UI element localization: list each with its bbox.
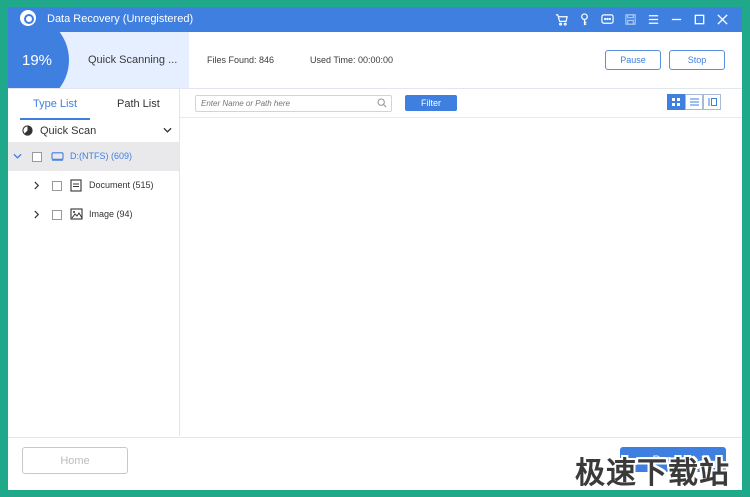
chevron-down-icon[interactable]: [13, 153, 22, 160]
chevron-down-icon: [163, 127, 172, 133]
checkbox[interactable]: [52, 210, 62, 220]
app-window: Data Recovery (Unregistered) 19% Quick S…: [8, 7, 742, 490]
detail-icon: [708, 98, 717, 106]
tree-item-drive[interactable]: D:(NTFS) (609): [8, 142, 179, 171]
maximize-icon[interactable]: [690, 11, 709, 28]
quick-scan-dropdown[interactable]: Quick Scan: [8, 121, 179, 142]
close-icon[interactable]: [713, 11, 732, 28]
tab-path-list[interactable]: Path List: [117, 98, 160, 110]
tree-item-label: D:(NTFS) (609): [70, 151, 133, 161]
chevron-right-icon[interactable]: [34, 210, 40, 219]
files-found: Files Found: 846: [207, 55, 275, 65]
pie-chart-icon: [22, 125, 33, 136]
list-icon: [689, 98, 699, 106]
checkbox[interactable]: [52, 181, 62, 191]
sidebar-tabs: Type List Path List: [8, 88, 179, 120]
cart-icon[interactable]: [552, 11, 571, 28]
chevron-right-icon[interactable]: [34, 181, 40, 190]
used-time: Used Time: 00:00:00: [310, 55, 394, 65]
scan-status-text: Quick Scanning ...: [88, 54, 178, 66]
search-box[interactable]: [195, 95, 392, 112]
tree-item-document[interactable]: Document (515): [8, 171, 179, 200]
scan-progress-panel: 19% Quick Scanning ...: [8, 32, 189, 88]
main-panel: Filter: [180, 88, 742, 436]
toolbar-divider: [180, 117, 742, 118]
tree-item-image[interactable]: Image (94): [8, 200, 179, 229]
window-title: Data Recovery (Unregistered): [47, 13, 194, 25]
stop-button[interactable]: Stop: [669, 50, 725, 70]
home-button[interactable]: Home: [22, 447, 128, 474]
app-logo-icon: [20, 10, 36, 26]
active-tab-indicator: [20, 118, 90, 120]
grid-icon: [672, 98, 680, 106]
image-icon: [70, 208, 83, 220]
tree-item-label: Image (94): [89, 209, 133, 219]
title-bar: Data Recovery (Unregistered): [8, 7, 742, 32]
drive-icon: [51, 152, 64, 161]
sidebar: Type List Path List Quick Scan D:(NTFS) …: [8, 88, 180, 436]
progress-percent: 19%: [22, 52, 53, 69]
pause-button[interactable]: Pause: [605, 50, 661, 70]
list-view-button[interactable]: [685, 94, 703, 110]
quick-scan-label: Quick Scan: [40, 125, 97, 137]
minimize-icon[interactable]: [667, 11, 686, 28]
menu-icon[interactable]: [644, 11, 663, 28]
tab-type-list[interactable]: Type List: [33, 98, 77, 110]
watermark: 极速下载站: [575, 456, 730, 491]
chat-icon[interactable]: [598, 11, 617, 28]
detail-view-button[interactable]: [703, 94, 721, 110]
save-icon[interactable]: [621, 11, 640, 28]
search-icon[interactable]: [377, 98, 387, 108]
checkbox[interactable]: [32, 152, 42, 162]
document-icon: [70, 179, 82, 192]
scan-status-bar: 19% Quick Scanning ... Files Found: 846 …: [8, 32, 742, 89]
search-input[interactable]: [201, 97, 371, 110]
grid-view-button[interactable]: [667, 94, 685, 110]
tree-item-label: Document (515): [89, 180, 154, 190]
key-icon[interactable]: [575, 11, 594, 28]
view-mode-toggle: [667, 94, 723, 110]
filter-button[interactable]: Filter: [405, 95, 457, 111]
